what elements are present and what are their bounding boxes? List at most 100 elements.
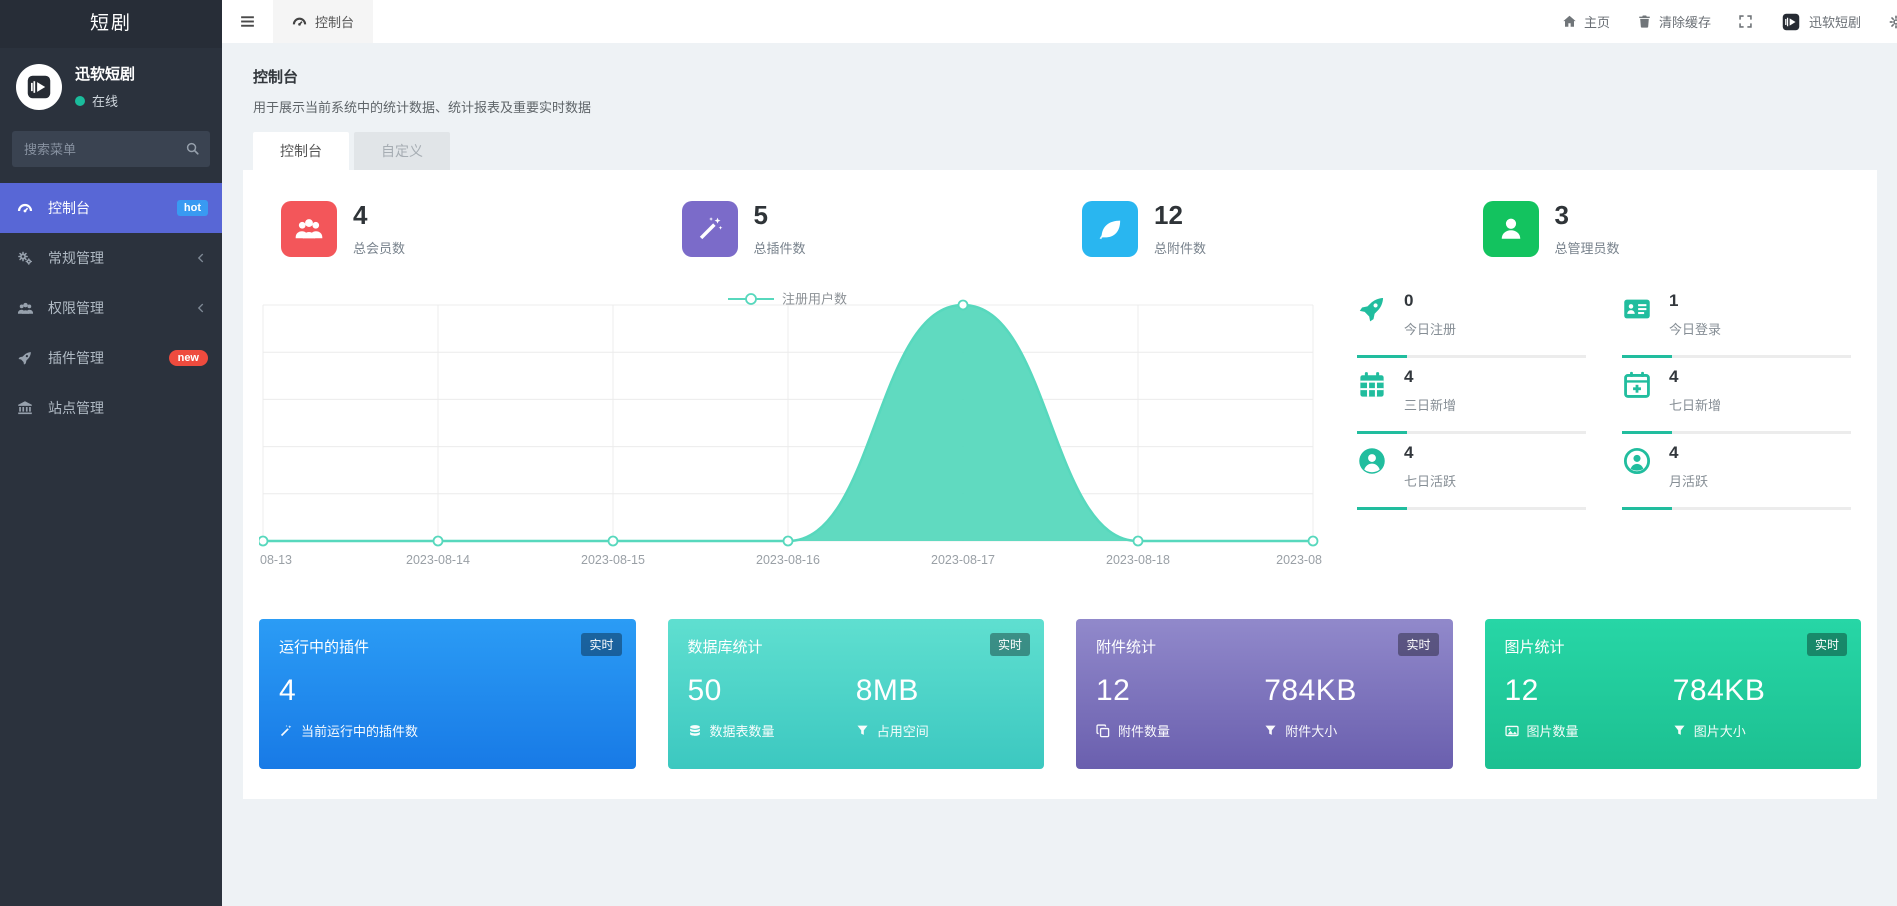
home-icon [1562, 14, 1577, 29]
search-input[interactable] [12, 131, 210, 167]
underline [1622, 431, 1851, 434]
svg-text:2023-08-17: 2023-08-17 [931, 553, 995, 567]
sidebar-toggle-button[interactable] [222, 13, 273, 30]
hot-badge: hot [177, 200, 208, 216]
metric: 12 附件数量 [1096, 674, 1264, 740]
mini-stat-label: 七日活跃 [1404, 471, 1456, 490]
metric-value: 12 [1505, 674, 1673, 708]
metric: 4 当前运行中的插件数 [279, 674, 616, 740]
realtime-badge: 实时 [990, 633, 1030, 656]
mini-stat-3day-new: 4 三日新增 [1357, 367, 1596, 434]
metric-label: 当前运行中的插件数 [301, 721, 418, 740]
mini-stat-today-register: 0 今日注册 [1357, 291, 1596, 358]
app-root: 短剧 迅软短剧 在线 [0, 0, 1897, 906]
fullscreen-button[interactable] [1738, 14, 1753, 29]
sidebar-item-auth[interactable]: 权限管理 [0, 283, 222, 333]
image-icon [1505, 724, 1519, 738]
mini-stat-value: 4 [1404, 443, 1456, 463]
tab-dashboard[interactable]: 控制台 [253, 132, 349, 170]
realtime-badge: 实时 [581, 633, 621, 656]
user-name: 迅软短剧 [75, 63, 135, 84]
leaf-icon [1082, 201, 1138, 257]
tab-custom[interactable]: 自定义 [354, 132, 450, 170]
sidebar-item-label: 插件管理 [48, 348, 104, 368]
profile-button[interactable]: 迅软短剧 [1780, 11, 1861, 33]
user-panel: 迅软短剧 在线 [0, 48, 222, 123]
stat-label: 总会员数 [353, 238, 405, 257]
metric-label: 图片数量 [1527, 721, 1579, 740]
card-title: 运行中的插件 [279, 636, 616, 657]
mini-stat-7day-active: 4 七日活跃 [1357, 443, 1596, 510]
stat-value: 5 [754, 200, 806, 231]
trash-icon [1637, 14, 1652, 29]
underline [1622, 355, 1851, 358]
id-card-icon [1622, 291, 1656, 338]
stat-label: 总附件数 [1154, 238, 1206, 257]
metric: 8MB 占用空间 [856, 674, 1024, 740]
stat-label: 总管理员数 [1555, 238, 1620, 257]
topbar-tab-dashboard[interactable]: 控制台 [273, 0, 373, 43]
mini-stat-label: 月活跃 [1669, 471, 1708, 490]
summary-cards-row: 运行中的插件 实时 4 当前运行中的插件数 [259, 619, 1861, 769]
user-circle-icon [1357, 443, 1391, 490]
page-subtitle: 用于展示当前系统中的统计数据、统计报表及重要实时数据 [243, 97, 1877, 116]
middle-row: 08-132023-08-142023-08-152023-08-162023-… [259, 289, 1861, 589]
area-chart-svg: 08-132023-08-142023-08-152023-08-162023-… [259, 289, 1323, 589]
card-attachment-stats: 附件统计 实时 12 附件数量 784KB [1076, 619, 1453, 769]
rocket-icon [1357, 291, 1391, 338]
metric-label: 附件数量 [1118, 721, 1170, 740]
sidebar-item-addon[interactable]: 插件管理 new [0, 333, 222, 383]
underline [1357, 507, 1586, 510]
dashboard-panel: 4 总会员数 5 总插件数 [243, 170, 1877, 799]
metric-value: 784KB [1264, 674, 1432, 708]
card-title: 附件统计 [1096, 636, 1433, 657]
metric-value: 50 [688, 674, 856, 708]
metric-label: 数据表数量 [710, 721, 775, 740]
underline [1622, 507, 1851, 510]
clear-cache-button[interactable]: 清除缓存 [1637, 12, 1711, 31]
play-logo-icon [24, 72, 54, 102]
realtime-badge: 实时 [1807, 633, 1847, 656]
sidebar-item-dashboard[interactable]: 控制台 hot [0, 183, 222, 233]
metric-label: 占用空间 [877, 721, 929, 740]
metric: 12 图片数量 [1505, 674, 1673, 740]
metric-value: 8MB [856, 674, 1024, 708]
rocket-icon [17, 350, 37, 366]
user-status-label: 在线 [92, 91, 118, 110]
gauge-icon [292, 14, 307, 29]
calendar-plus-icon [1622, 367, 1656, 414]
stat-total-attachments: 12 总附件数 [1060, 200, 1461, 257]
user-icon [1483, 201, 1539, 257]
mini-stat-value: 4 [1669, 367, 1721, 387]
svg-text:08-13: 08-13 [260, 553, 292, 567]
home-button[interactable]: 主页 [1562, 12, 1610, 31]
filter-icon [1673, 724, 1686, 737]
sidebar-item-site[interactable]: 站点管理 [0, 383, 222, 433]
topbar-right: 主页 清除缓存 迅软短剧 [1562, 11, 1897, 33]
settings-button[interactable] [1888, 14, 1897, 30]
chevron-left-icon [194, 251, 208, 265]
stat-total-addons: 5 总插件数 [660, 200, 1061, 257]
users-icon [17, 300, 37, 317]
user-status: 在线 [75, 91, 135, 110]
stat-value: 12 [1154, 200, 1206, 231]
card-title: 数据库统计 [688, 636, 1025, 657]
topbar-tab-label: 控制台 [315, 12, 354, 31]
card-running-addons: 运行中的插件 实时 4 当前运行中的插件数 [259, 619, 636, 769]
stat-value: 3 [1555, 200, 1620, 231]
metric-value: 784KB [1673, 674, 1841, 708]
chevron-left-icon [194, 301, 208, 315]
clear-cache-label: 清除缓存 [1659, 12, 1711, 31]
sidebar-item-general[interactable]: 常规管理 [0, 233, 222, 283]
magic-wand-icon [682, 201, 738, 257]
mini-stat-label: 三日新增 [1404, 395, 1456, 414]
gears-icon [17, 250, 37, 266]
sidebar-item-label: 权限管理 [48, 298, 104, 318]
card-image-stats: 图片统计 实时 12 图片数量 784KB [1485, 619, 1862, 769]
menu-search [12, 131, 210, 167]
user-circle-outline-icon [1622, 443, 1656, 490]
online-dot-icon [75, 96, 85, 106]
search-icon [185, 141, 200, 156]
metric-label: 图片大小 [1694, 721, 1746, 740]
magic-wand-icon [279, 724, 293, 738]
